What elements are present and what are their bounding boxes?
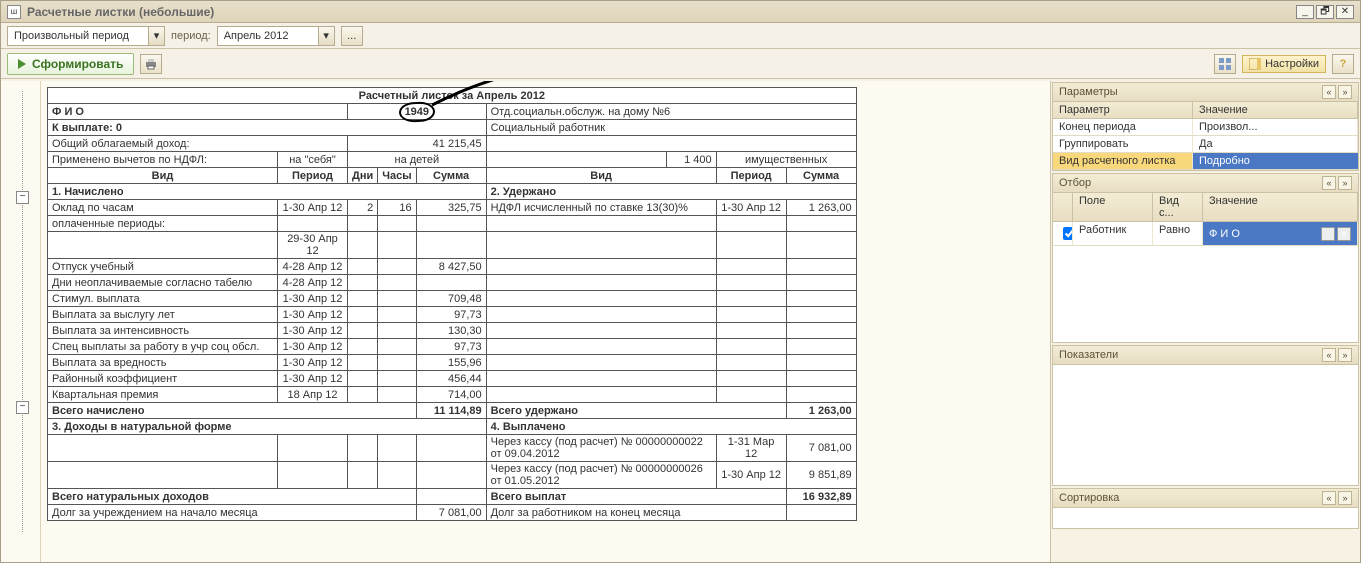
period-type-value: Произвольный период (8, 30, 148, 42)
window-title: Расчетные листки (небольшие) (27, 5, 1296, 19)
annotation-arrow-icon (417, 81, 587, 117)
nav-first[interactable]: « (1322, 85, 1336, 99)
period-label: период: (171, 30, 211, 42)
period-type-combo[interactable]: Произвольный период ▾ (7, 26, 165, 46)
minimize-button[interactable]: _ (1296, 5, 1314, 19)
grid-icon (1219, 58, 1231, 70)
section-paid: 4. Выплачено (486, 419, 856, 435)
accrual-row: Выплата за выслугу лет1-30 Апр 1297,73 (48, 307, 857, 323)
param-row[interactable]: ГруппироватьДа (1053, 136, 1358, 153)
deduct-child-label: на детей (348, 152, 487, 168)
app-icon: ш (7, 5, 21, 19)
section-accrued: 1. Начислено (48, 184, 487, 200)
accrual-row: Выплата за вредность1-30 Апр 12155,96 (48, 355, 857, 371)
outline-gutter: − − (1, 81, 41, 562)
chevron-down-icon[interactable]: ▾ (148, 27, 164, 45)
filter-panel: Отбор «» Поле Вид с... Значение Работник… (1052, 173, 1359, 343)
value-clear-button[interactable]: ✕ (1337, 227, 1351, 241)
deduct-label: Применено вычетов по НДФЛ: (48, 152, 278, 168)
param-row[interactable]: Вид расчетного листкаПодробно (1053, 153, 1358, 170)
accrual-row: Оклад по часам1-30 Апр 12216325,75НДФЛ и… (48, 200, 857, 216)
print-button[interactable] (140, 54, 162, 74)
titlebar: ш Расчетные листки (небольшие) _ 🗗 ✕ (1, 1, 1360, 23)
deduct-prop: имущественных (716, 152, 856, 168)
accrual-row: Районный коэффициент1-30 Апр 12456,44 (48, 371, 857, 387)
sort-panel: Сортировка «» (1052, 488, 1359, 529)
printer-icon (144, 58, 158, 70)
settings-pane: Параметры «» Параметр Значение Конец пер… (1050, 81, 1360, 562)
params-panel: Параметры «» Параметр Значение Конец пер… (1052, 82, 1359, 171)
window: ш Расчетные листки (небольшие) _ 🗗 ✕ Про… (0, 0, 1361, 563)
accrual-row: Дни неоплачиваемые согласно табелю4-28 А… (48, 275, 857, 291)
grid-view-button[interactable] (1214, 54, 1236, 74)
nav-last[interactable]: » (1338, 85, 1352, 99)
form-button[interactable]: Сформировать (7, 53, 134, 75)
deduct-child-value: 1 400 (666, 152, 716, 168)
form-button-label: Сформировать (32, 57, 123, 71)
accrual-row: Спец выплаты за работу в учр соц обсл.1-… (48, 339, 857, 355)
chevron-down-icon[interactable]: ▾ (318, 27, 334, 45)
accrual-row: Выплата за интенсивность1-30 Апр 12130,3… (48, 323, 857, 339)
help-button[interactable]: ? (1332, 54, 1354, 74)
tree-collapse-button[interactable]: − (16, 401, 29, 414)
param-row[interactable]: Конец периодаПроизвол... (1053, 119, 1358, 136)
settings-label: Настройки (1265, 58, 1319, 70)
accrual-row: Отпуск учебный4-28 Апр 128 427,50 (48, 259, 857, 275)
accrual-row: Стимул. выплата1-30 Апр 12709,48 (48, 291, 857, 307)
toolbar-main: Сформировать Настройки ? (1, 49, 1360, 79)
deduct-self: на "себя" (278, 152, 348, 168)
close-button[interactable]: ✕ (1336, 5, 1354, 19)
income-label: Общий облагаемый доход: (48, 136, 348, 152)
period-value-combo[interactable]: Апрель 2012 ▾ (217, 26, 335, 46)
accrual-row: оплаченные периоды: (48, 216, 857, 232)
value-picker-button[interactable]: ... (1321, 227, 1335, 241)
filter-panel-title: Отбор (1059, 177, 1091, 189)
indicators-panel-title: Показатели (1059, 349, 1118, 361)
period-value: Апрель 2012 (218, 30, 318, 42)
payment-row: Через кассу (под расчет) № 00000000022 о… (48, 435, 857, 462)
filter-checkbox[interactable] (1063, 227, 1073, 240)
accrual-row: 29-30 Апр 12 (48, 232, 857, 259)
sort-panel-title: Сортировка (1059, 492, 1119, 504)
income-value: 41 215,45 (348, 136, 487, 152)
settings-toggle[interactable]: Настройки (1242, 55, 1326, 73)
payslip-table: Расчетный листок за Апрель 2012 Ф И О 19… (47, 87, 857, 521)
play-icon (18, 59, 26, 69)
params-panel-title: Параметры (1059, 86, 1118, 98)
section-deducted: 2. Удержано (486, 184, 856, 200)
tree-collapse-button[interactable]: − (16, 191, 29, 204)
report-area: Табельный номер Расчетный листок за Апре… (41, 81, 1050, 562)
restore-button[interactable]: 🗗 (1316, 5, 1334, 19)
filter-row[interactable]: Работник Равно Ф И О ... ✕ (1053, 222, 1358, 246)
toolbar-period: Произвольный период ▾ период: Апрель 201… (1, 23, 1360, 49)
tab-number: 1949 (405, 106, 429, 118)
panel-icon (1249, 58, 1261, 70)
payment-row: Через кассу (под расчет) № 00000000026 о… (48, 462, 857, 489)
period-picker-button[interactable]: ... (341, 26, 363, 46)
position: Социальный работник (486, 120, 856, 136)
section-natural: 3. Доходы в натуральной форме (48, 419, 487, 435)
indicators-panel: Показатели «» (1052, 345, 1359, 486)
fio-label: Ф И О (48, 104, 348, 120)
accrual-row: Квартальная премия18 Апр 12714,00 (48, 387, 857, 403)
